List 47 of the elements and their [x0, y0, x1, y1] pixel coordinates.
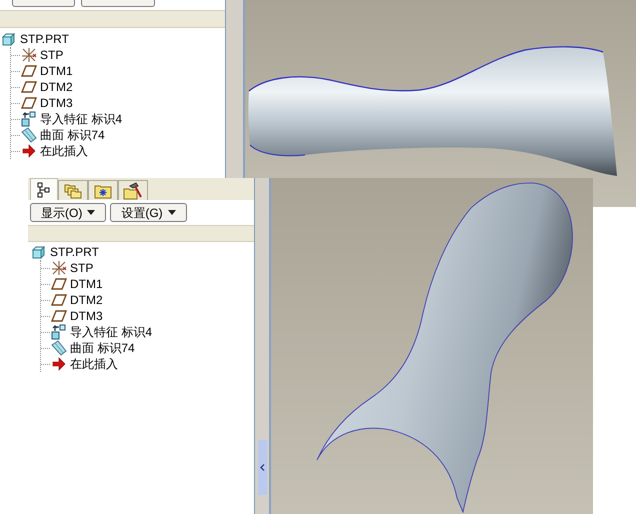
datum-plane-icon	[20, 80, 36, 94]
import-icon	[20, 111, 36, 127]
toolbar-button[interactable]	[81, 0, 155, 7]
datum-plane-icon	[50, 293, 66, 307]
tree-item[interactable]: STP	[40, 48, 64, 62]
tree-item[interactable]: 导入特征 标识4	[70, 325, 152, 339]
tree-item[interactable]: STP.PRT	[20, 32, 69, 46]
arrow-right-icon	[22, 144, 36, 158]
tree-item[interactable]: 曲面 标识74	[70, 341, 135, 355]
hammer-folder-icon	[123, 182, 143, 200]
caret-down-icon	[168, 210, 176, 215]
coordinate-axes-icon	[20, 47, 36, 63]
dropdown-button[interactable]: 设置(G)	[110, 203, 187, 222]
panel-tab[interactable]	[118, 180, 148, 200]
toolbar-button[interactable]	[12, 0, 75, 7]
datum-plane-icon	[50, 277, 66, 291]
caret-down-icon	[87, 210, 96, 215]
panel-tab[interactable]	[88, 180, 118, 200]
folders-icon	[64, 182, 82, 198]
tree-item[interactable]: 曲面 标识74	[40, 128, 105, 142]
datum-plane-icon	[50, 309, 66, 323]
surface-icon	[50, 340, 66, 356]
tree-item[interactable]: 在此插入	[40, 144, 88, 158]
tree-item[interactable]: DTM2	[70, 293, 103, 307]
surface-icon	[20, 127, 36, 143]
tree-item[interactable]: 导入特征 标识4	[40, 112, 122, 126]
star-folder-icon	[94, 182, 112, 198]
cube-icon	[32, 246, 46, 258]
tree-item[interactable]: DTM2	[40, 80, 73, 94]
panel-tab[interactable]	[30, 178, 58, 200]
arrow-right-icon	[52, 357, 66, 371]
tree-structure-icon	[37, 182, 51, 198]
datum-plane-icon	[20, 64, 36, 78]
dropdown-button[interactable]: 显示(O)	[30, 203, 106, 222]
collapse-handle[interactable]	[258, 440, 266, 495]
tree-item[interactable]: DTM3	[40, 96, 73, 110]
tree-item[interactable]: STP	[70, 261, 94, 275]
coordinate-axes-icon	[50, 260, 66, 276]
cube-icon	[2, 32, 16, 46]
tree-item[interactable]: DTM3	[70, 309, 103, 323]
tree-item[interactable]: STP.PRT	[50, 245, 99, 259]
tree-item[interactable]: 在此插入	[70, 357, 118, 371]
chevron-left-icon	[260, 464, 264, 471]
datum-plane-icon	[20, 96, 36, 110]
import-icon	[50, 324, 66, 340]
tree-item[interactable]: DTM1	[40, 64, 73, 78]
tree-item[interactable]: DTM1	[70, 277, 103, 291]
